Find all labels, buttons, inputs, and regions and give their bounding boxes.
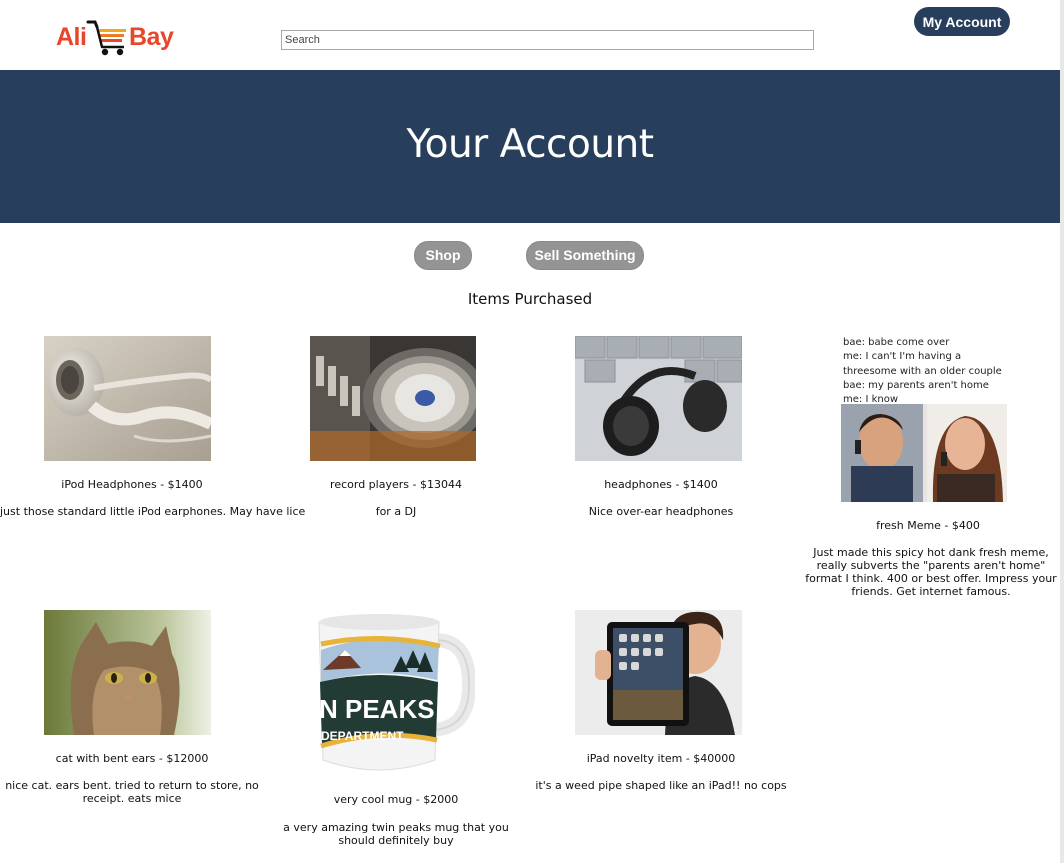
meme-image[interactable]: bae: babe come over me: I can't I'm havi… bbox=[841, 336, 1007, 503]
meme-line: bae: my parents aren't home bbox=[843, 379, 989, 391]
twin-peaks-mug-image[interactable]: N PEAKS DEPARTMENT bbox=[309, 610, 475, 777]
meme-line: threesome with an older couple bbox=[843, 365, 1002, 377]
meme-line: me: I can't I'm having a bbox=[843, 351, 962, 363]
shopping-cart-icon bbox=[86, 20, 126, 56]
mug-graphic: N PEAKS DEPARTMENT bbox=[309, 610, 475, 777]
item-description: Just made this spicy hot dank fresh meme… bbox=[805, 546, 1057, 598]
search-input[interactable] bbox=[281, 30, 814, 50]
item-description: nice cat. ears bent. tried to return to … bbox=[5, 779, 259, 805]
item-caption[interactable]: very cool mug - $2000 bbox=[264, 793, 528, 806]
item-caption[interactable]: fresh Meme - $400 bbox=[796, 519, 1060, 532]
ipad-image[interactable] bbox=[575, 610, 742, 735]
logo-text-ali: Ali bbox=[56, 23, 87, 51]
item-description: it's a weed pipe shaped like an iPad!! n… bbox=[535, 779, 787, 792]
mug-text: DEPARTMENT bbox=[321, 729, 404, 743]
logo-text-bay: Bay bbox=[129, 23, 174, 51]
earphones-image[interactable] bbox=[44, 336, 211, 461]
my-account-button[interactable]: My Account bbox=[914, 7, 1010, 36]
alibay-logo[interactable]: Ali Bay bbox=[56, 16, 176, 58]
page-title: Your Account bbox=[406, 122, 654, 167]
scrollbar-track[interactable] bbox=[1060, 0, 1064, 863]
item-caption[interactable]: record players - $13044 bbox=[264, 478, 528, 491]
shop-button[interactable]: Shop bbox=[414, 241, 472, 270]
item-caption[interactable]: cat with bent ears - $12000 bbox=[0, 752, 264, 765]
page-banner: Your Account bbox=[0, 70, 1060, 223]
item-description: a very amazing twin peaks mug that you s… bbox=[283, 821, 509, 847]
sell-something-button[interactable]: Sell Something bbox=[526, 241, 644, 270]
item-caption[interactable]: headphones - $1400 bbox=[529, 478, 793, 491]
mug-text: N PEAKS bbox=[319, 694, 435, 724]
over-ear-headphones-image[interactable] bbox=[575, 336, 742, 461]
cat-image[interactable] bbox=[44, 610, 211, 735]
item-caption[interactable]: iPod Headphones - $1400 bbox=[0, 478, 264, 491]
record-player-image[interactable] bbox=[310, 336, 476, 461]
item-description: for a DJ bbox=[375, 505, 417, 518]
section-title-items-purchased: Items Purchased bbox=[467, 290, 593, 308]
item-caption[interactable]: iPad novelty item - $40000 bbox=[529, 752, 793, 765]
phone-call-couple-photo bbox=[841, 404, 1007, 502]
meme-line: bae: babe come over bbox=[843, 337, 950, 348]
item-description: just those standard little iPod earphone… bbox=[0, 505, 306, 518]
item-description: Nice over-ear headphones bbox=[588, 505, 734, 518]
top-bar: Ali Bay My Account bbox=[0, 0, 1060, 70]
